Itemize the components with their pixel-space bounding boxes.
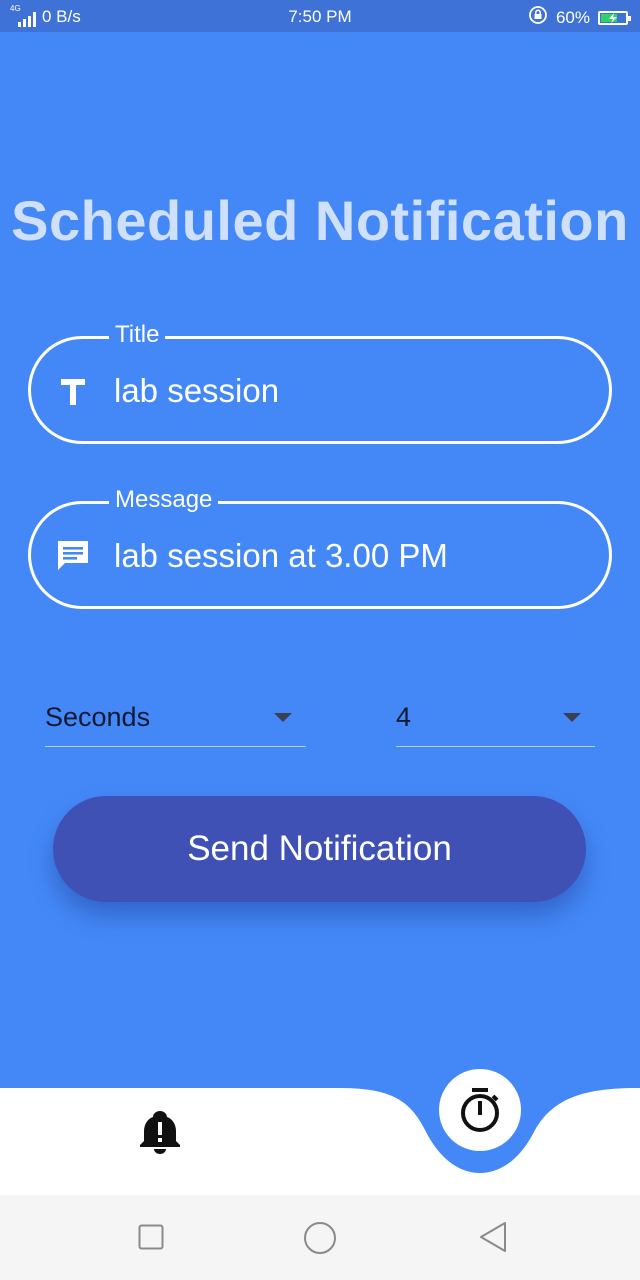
unit-dropdown-value: Seconds bbox=[45, 702, 151, 732]
battery-icon bbox=[598, 10, 631, 25]
amount-dropdown-value: 4 bbox=[396, 702, 412, 732]
chevron-down-icon bbox=[274, 713, 292, 722]
page-title: Scheduled Notification bbox=[11, 189, 629, 252]
message-input[interactable]: lab session at 3.00 PM bbox=[114, 537, 448, 575]
nav-item-notifications[interactable] bbox=[138, 1108, 182, 1156]
title-input[interactable]: lab session bbox=[114, 372, 279, 410]
recent-apps-button[interactable] bbox=[138, 1224, 164, 1255]
bell-alert-icon bbox=[138, 1111, 182, 1160]
rotation-lock-icon bbox=[528, 5, 548, 30]
title-field[interactable]: Title lab session bbox=[28, 321, 612, 444]
back-button[interactable] bbox=[478, 1221, 508, 1258]
home-button[interactable] bbox=[303, 1221, 337, 1260]
battery-percent: 60% bbox=[555, 7, 590, 27]
status-bar: 4G 0 B/s 7:50 PM 60% bbox=[0, 0, 640, 32]
amount-dropdown[interactable]: 4 bbox=[396, 696, 595, 747]
bottom-navigation bbox=[0, 1060, 640, 1195]
message-field[interactable]: Message lab session at 3.00 PM bbox=[28, 486, 612, 609]
main-content: Scheduled Notification Title lab session… bbox=[0, 32, 640, 1195]
message-icon bbox=[55, 538, 91, 574]
title-field-label: Title bbox=[109, 321, 166, 349]
bottom-nav-background bbox=[0, 1088, 640, 1195]
send-notification-button[interactable]: Send Notification bbox=[53, 796, 586, 902]
chevron-down-icon bbox=[563, 713, 581, 722]
stopwatch-icon bbox=[458, 1086, 502, 1139]
nav-item-timer[interactable] bbox=[439, 1069, 521, 1151]
message-field-label: Message bbox=[109, 486, 219, 514]
system-navigation-bar bbox=[0, 1195, 640, 1280]
unit-dropdown[interactable]: Seconds bbox=[45, 696, 306, 747]
text-icon bbox=[55, 373, 91, 409]
